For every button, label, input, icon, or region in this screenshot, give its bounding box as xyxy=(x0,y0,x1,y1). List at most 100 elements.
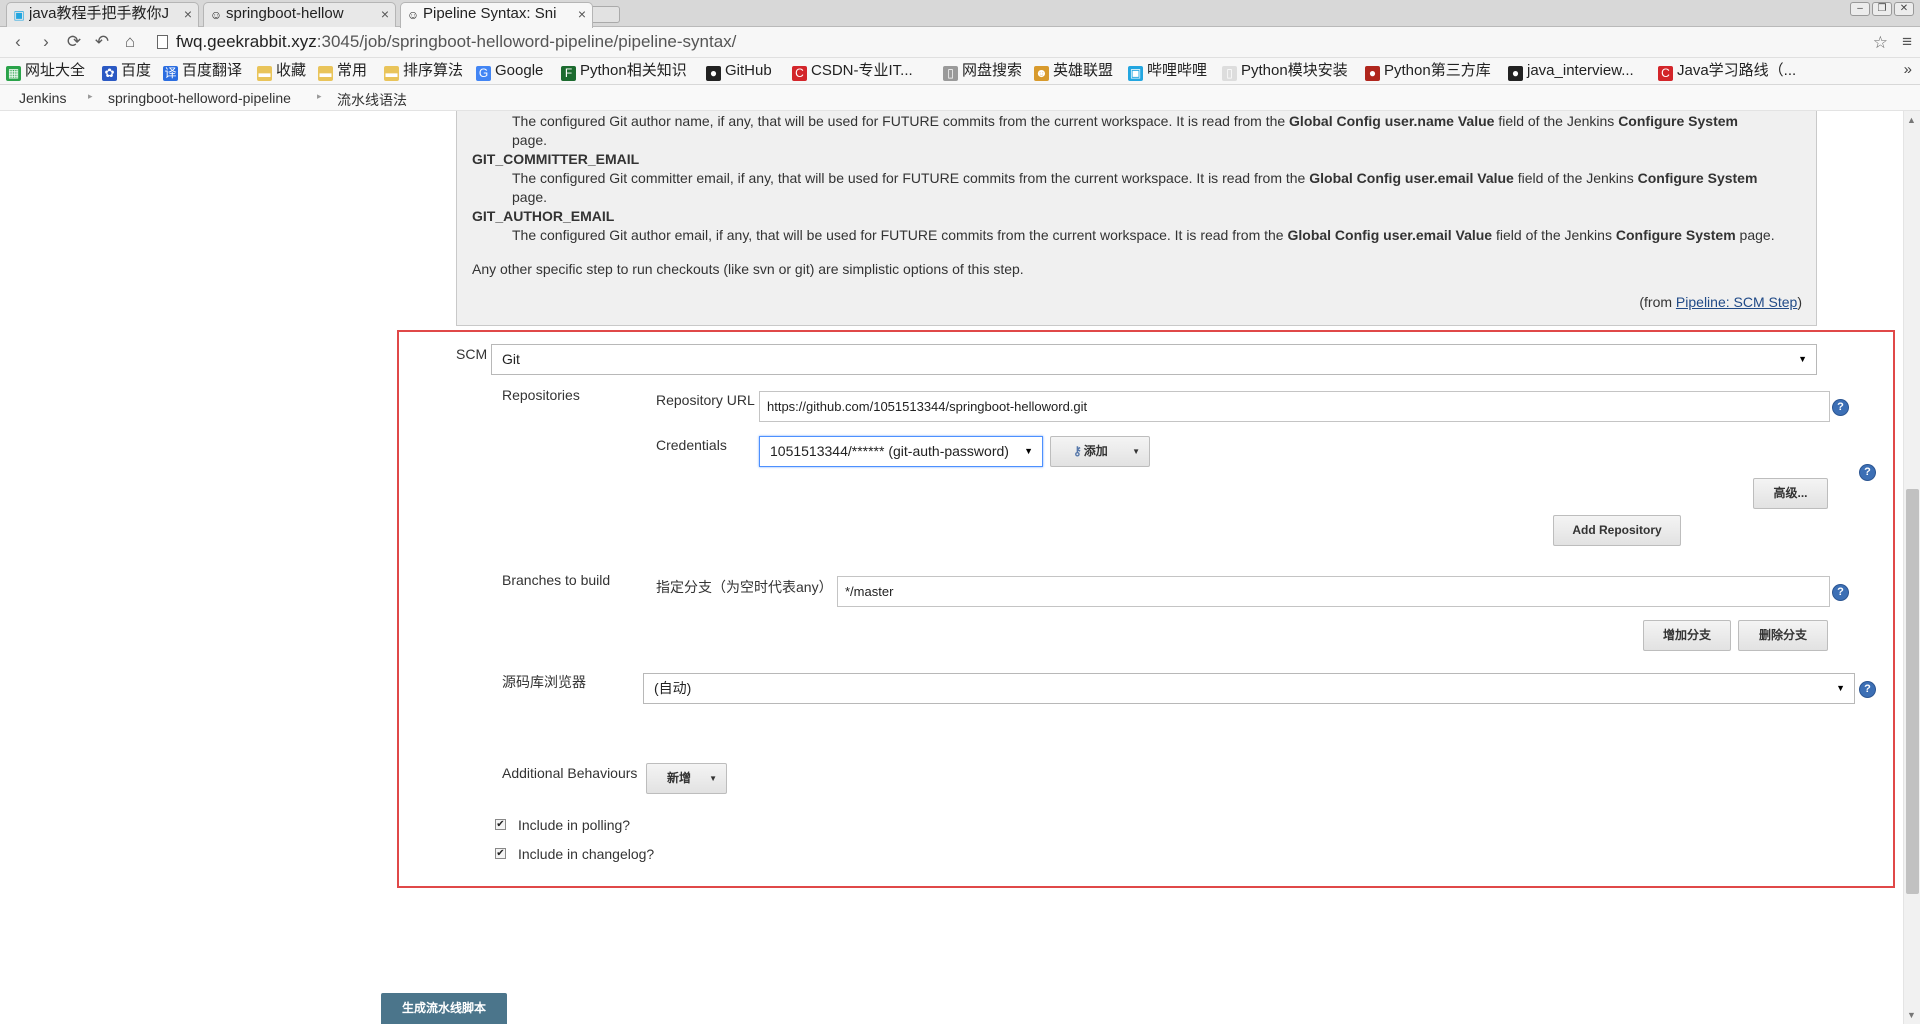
bookmark-item[interactable]: ● Python第三方库 xyxy=(1365,61,1491,81)
help-icon[interactable]: ? xyxy=(1860,682,1875,697)
close-tab-icon[interactable]: × xyxy=(184,3,192,25)
browser-tab-2[interactable]: ☺ springboot-hellow × xyxy=(203,2,396,27)
page-scrollbar[interactable]: ▲ ▼ xyxy=(1903,111,1920,1024)
bookmark-item[interactable]: C CSDN-专业IT... xyxy=(792,61,913,81)
bookmark-label: 百度翻译 xyxy=(182,62,243,79)
minimize-icon[interactable]: – xyxy=(1850,2,1870,16)
more-bookmarks-icon[interactable]: » xyxy=(1904,61,1912,78)
folder-icon: ▬ xyxy=(384,66,399,81)
breadcrumb-pipeline-syntax[interactable]: 流水线语法 xyxy=(337,90,407,110)
bookmark-item[interactable]: ▬ 排序算法 xyxy=(384,61,463,81)
bookmark-label: Python第三方库 xyxy=(1384,62,1491,79)
bookmark-label: 网盘搜索 xyxy=(962,62,1023,79)
url-field[interactable]: fwq.geekrabbit.xyz:3045/job/springboot-h… xyxy=(176,32,736,52)
credentials-select[interactable]: 1051513344/****** (git-auth-password) ▼ xyxy=(759,436,1043,467)
add-behaviour-label: 新增 xyxy=(667,771,692,785)
dropdown-arrow-icon: ▼ xyxy=(1024,446,1033,456)
bookmark-item[interactable]: ▬ 常用 xyxy=(318,61,367,81)
generate-pipeline-script-button[interactable]: 生成流水线脚本 xyxy=(381,993,507,1024)
scm-step-link[interactable]: Pipeline: SCM Step xyxy=(1676,294,1797,310)
csdn-icon: C xyxy=(792,66,807,81)
undo-icon[interactable]: ↶ xyxy=(92,32,112,52)
help-icon[interactable]: ? xyxy=(1833,585,1848,600)
scrollbar-thumb[interactable] xyxy=(1906,489,1919,894)
bookmark-item[interactable]: G Google xyxy=(476,61,543,81)
close-window-icon[interactable]: ✕ xyxy=(1894,2,1914,16)
close-tab-icon[interactable]: × xyxy=(578,3,586,25)
add-credentials-button[interactable]: ⚷ 添加 ▼ xyxy=(1050,436,1150,467)
bookmark-item[interactable]: ▣ 哔哩哔哩 xyxy=(1128,61,1207,81)
breadcrumb: Jenkins ▸ springboot-helloword-pipeline … xyxy=(0,85,1920,111)
help-icon[interactable]: ? xyxy=(1860,465,1875,480)
page-icon: ▯ xyxy=(943,66,958,81)
bookmark-item[interactable]: ▬ 收藏 xyxy=(257,61,306,81)
forward-icon[interactable]: › xyxy=(36,32,56,52)
help-icon[interactable]: ? xyxy=(1833,400,1848,415)
folder-icon: ▬ xyxy=(257,66,272,81)
include-in-changelog-checkbox[interactable]: ✔ xyxy=(495,848,506,859)
repository-browser-select[interactable]: (自动) ▼ xyxy=(643,673,1855,704)
back-icon[interactable]: ‹ xyxy=(8,32,28,52)
jenkins-icon: ☺ xyxy=(209,8,223,22)
add-branch-button[interactable]: 增加分支 xyxy=(1643,620,1731,651)
fc-icon: F xyxy=(561,66,576,81)
help-author-email-desc: The configured Git author email, if any,… xyxy=(512,227,1775,243)
delete-branch-button[interactable]: 删除分支 xyxy=(1738,620,1828,651)
repository-url-input[interactable] xyxy=(759,391,1830,422)
dropdown-arrow-icon: ▼ xyxy=(1798,354,1807,364)
scm-select[interactable]: Git ▼ xyxy=(491,344,1817,375)
bookmark-item[interactable]: ▦ 网址大全 xyxy=(6,61,85,81)
bookmark-item[interactable]: 译百度翻译 xyxy=(163,61,242,81)
bookmark-item[interactable]: ▯ Python模块安装 xyxy=(1222,61,1348,81)
bookmark-item[interactable]: ✿ 百度 xyxy=(102,61,151,81)
jenkins-icon: ☺ xyxy=(406,8,420,22)
bookmark-label: 网址大全 xyxy=(25,62,86,79)
advanced-button[interactable]: 高级... xyxy=(1753,478,1828,509)
scroll-up-icon[interactable]: ▲ xyxy=(1907,115,1916,125)
add-repository-button[interactable]: Add Repository xyxy=(1553,515,1681,546)
branch-specifier-input[interactable] xyxy=(837,576,1830,607)
close-tab-icon[interactable]: × xyxy=(381,3,389,25)
scm-label: SCM xyxy=(456,346,488,362)
branch-specifier-label: 指定分支（为空时代表any） xyxy=(656,579,833,595)
bookmark-label: Java学习路线（... xyxy=(1677,62,1797,79)
scroll-down-icon[interactable]: ▼ xyxy=(1907,1010,1916,1020)
breadcrumb-job[interactable]: springboot-helloword-pipeline xyxy=(108,90,291,106)
home-icon[interactable]: ⌂ xyxy=(120,32,140,52)
browser-tab-3[interactable]: ☺ Pipeline Syntax: Sni × xyxy=(400,2,593,28)
bookmark-item[interactable]: C Java学习路线（... xyxy=(1658,61,1796,81)
tab-title: Pipeline Syntax: Sni xyxy=(423,5,557,22)
bookmark-item[interactable]: F Python相关知识 xyxy=(561,61,687,81)
bookmark-item[interactable]: ● GitHub xyxy=(706,61,772,81)
new-tab-button[interactable] xyxy=(590,6,620,23)
bookmark-label: 收藏 xyxy=(276,62,307,79)
credentials-label: Credentials xyxy=(656,437,727,453)
bookmark-label: 排序算法 xyxy=(403,62,464,79)
translate-icon: 译 xyxy=(163,66,178,81)
dropdown-arrow-icon: ▼ xyxy=(1836,683,1845,693)
bilibili-icon: ▣ xyxy=(13,8,25,22)
bookmark-label: GitHub xyxy=(725,62,772,79)
bookmark-item[interactable]: ▯ 网盘搜索 xyxy=(943,61,1022,81)
menu-icon[interactable]: ≡ xyxy=(1902,32,1912,52)
add-behaviour-button[interactable]: 新增 ▼ xyxy=(646,763,727,794)
caret-down-icon: ▼ xyxy=(709,774,717,783)
browser-tab-1[interactable]: ▣ java教程手把手教你J × xyxy=(6,2,199,27)
include-in-polling-checkbox[interactable]: ✔ xyxy=(495,819,506,830)
add-credentials-label: 添加 xyxy=(1083,444,1108,458)
key-icon: ⚷ xyxy=(1073,444,1082,458)
include-in-changelog-label: Include in changelog? xyxy=(518,846,655,862)
breadcrumb-jenkins[interactable]: Jenkins xyxy=(19,90,66,106)
bookmark-label: CSDN-专业IT... xyxy=(811,62,913,79)
bookmark-star-icon[interactable]: ☆ xyxy=(1873,33,1888,53)
tab-title: java教程手把手教你J xyxy=(29,5,169,22)
page-icon xyxy=(157,35,168,49)
bookmark-item[interactable]: ● java_interview... xyxy=(1508,61,1634,81)
bookmark-item[interactable]: ☻ 英雄联盟 xyxy=(1034,61,1113,81)
restore-icon[interactable]: ❐ xyxy=(1872,2,1892,16)
address-bar-row: ‹ › ⟳ ↶ ⌂ fwq.geekrabbit.xyz:3045/job/sp… xyxy=(0,27,1920,58)
help-committer-email-desc-cont: page. xyxy=(512,189,548,205)
browser-tab-bar: ▣ java教程手把手教你J × ☺ springboot-hellow × ☺… xyxy=(0,0,1920,28)
scm-selected-value: Git xyxy=(502,351,520,367)
reload-icon[interactable]: ⟳ xyxy=(64,32,84,52)
